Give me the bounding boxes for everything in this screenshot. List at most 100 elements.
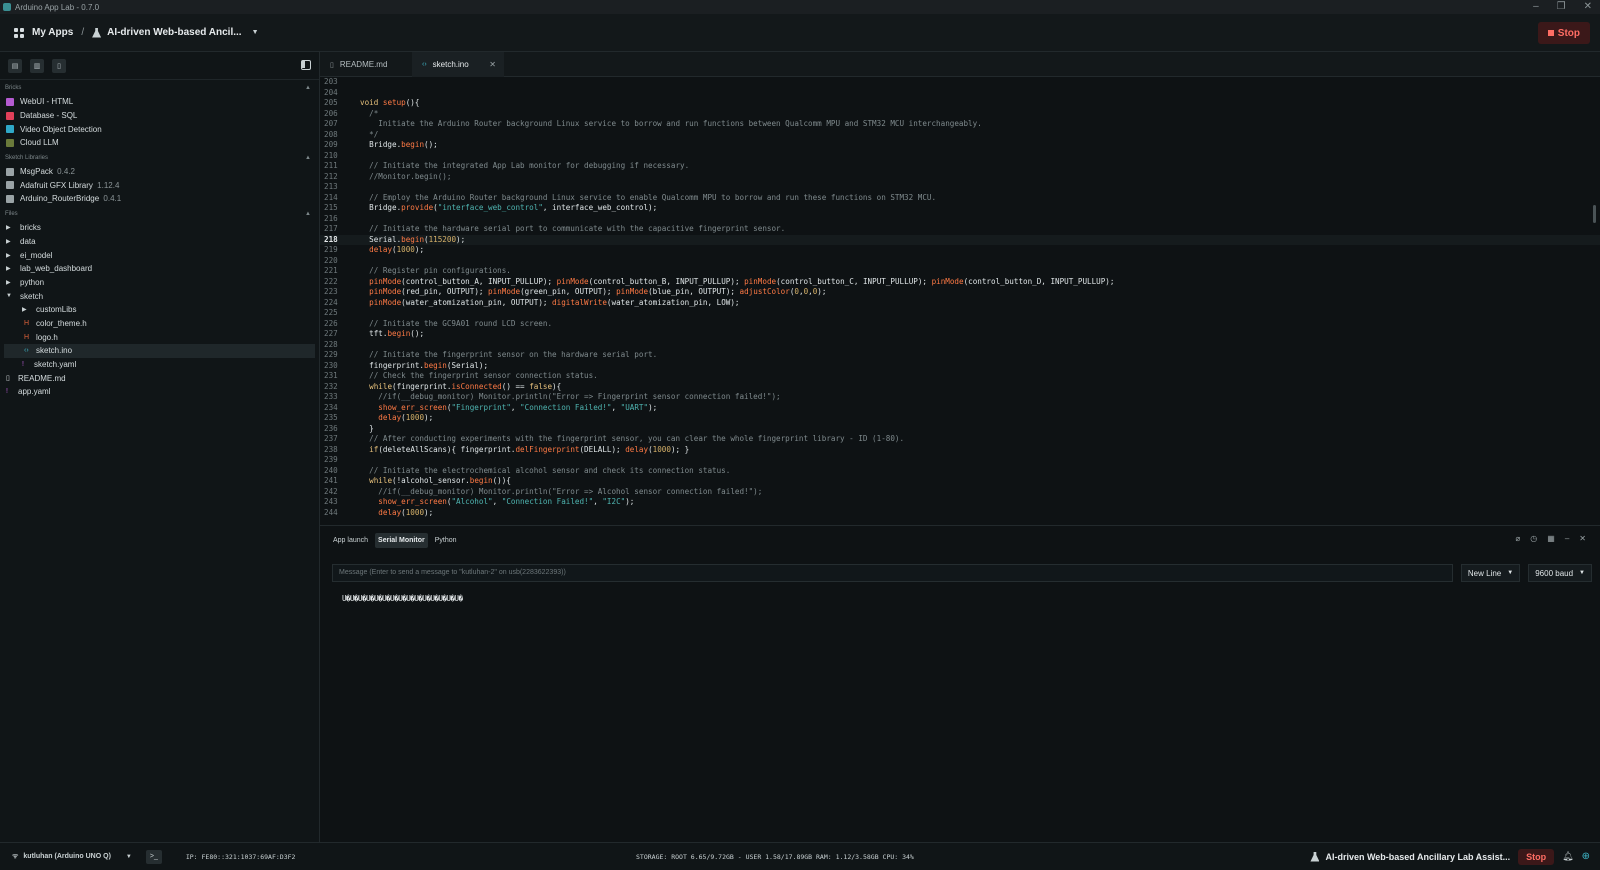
code-line[interactable]: 218 Serial.begin(115200);	[320, 234, 1600, 245]
code-line[interactable]: 238 if(deleteAllScans){ fingerprint.delF…	[320, 445, 1600, 456]
tab-sketch[interactable]: ‹› sketch.ino ✕	[412, 52, 504, 77]
code-line[interactable]: 237 // After conducting experiments with…	[320, 434, 1600, 445]
baud-rate-select[interactable]: 9600 baud ▼	[1528, 564, 1592, 582]
code-line[interactable]: 223 pinMode(red_pin, OUTPUT); pinMode(gr…	[320, 287, 1600, 298]
board-selector[interactable]: ᯤ kutluhan (Arduino UNO Q) ▼	[12, 852, 132, 861]
minimize-panel-icon[interactable]: ‒	[1565, 534, 1569, 543]
chevron-down-icon[interactable]: ▼	[252, 29, 259, 36]
panel-toggle-icon[interactable]	[301, 60, 311, 70]
code-line[interactable]: 241 while(!alcohol_sensor.begin()){	[320, 476, 1600, 487]
terminal-icon[interactable]: >_	[145, 849, 162, 864]
code-line[interactable]: 235 delay(1000);	[320, 413, 1600, 424]
code-line[interactable]: 204	[320, 88, 1600, 99]
folder-item[interactable]: ▶ ei_model	[0, 248, 319, 262]
code-line[interactable]: 231 // Check the fingerprint sensor conn…	[320, 371, 1600, 382]
code-line[interactable]: 229 // Initiate the fingerprint sensor o…	[320, 350, 1600, 361]
code-line[interactable]: 226 // Initiate the GC9A01 round LCD scr…	[320, 319, 1600, 330]
code-line[interactable]: 219 delay(1000);	[320, 245, 1600, 256]
editor-scrollbar[interactable]	[1593, 205, 1596, 223]
collapse-icon[interactable]: ▲	[305, 211, 311, 217]
code-line[interactable]: 207 Initiate the Arduino Router backgrou…	[320, 119, 1600, 130]
code-line[interactable]: 206 /*	[320, 109, 1600, 120]
close-panel-icon[interactable]: ✕	[1579, 534, 1586, 543]
serial-message-input[interactable]: Message (Enter to send a message to "kut…	[332, 564, 1453, 582]
tab-app-launch[interactable]: App launch	[330, 533, 371, 548]
folder-item[interactable]: ▶ bricks	[0, 221, 319, 235]
code-line[interactable]: 243 show_err_screen("Alcohol", "Connecti…	[320, 497, 1600, 508]
new-file-icon[interactable]: ▯	[52, 58, 66, 73]
maximize-icon[interactable]: ❐	[1557, 1, 1566, 12]
app-name[interactable]: AI-driven Web-based Ancil...	[107, 27, 241, 38]
bricks-section-title[interactable]: Bricks ▲	[0, 85, 319, 95]
line-ending-select[interactable]: New Line ▼	[1460, 564, 1521, 582]
file-item[interactable]: Hlogo.h	[0, 330, 319, 344]
folder-item[interactable]: ▶ python	[0, 276, 319, 290]
library-item[interactable]: Arduino_RouterBridge 0.4.1	[0, 192, 319, 206]
code-line[interactable]: 228	[320, 340, 1600, 351]
code-line[interactable]: 234 show_err_screen("Fingerprint", "Conn…	[320, 403, 1600, 414]
code-line[interactable]: 221 // Register pin configurations.	[320, 266, 1600, 277]
folder-item[interactable]: ▶ data	[0, 235, 319, 249]
file-item[interactable]: Hcolor_theme.h	[0, 317, 319, 331]
code-line[interactable]: 208 */	[320, 130, 1600, 141]
code-line[interactable]: 222 pinMode(control_button_A, INPUT_PULL…	[320, 277, 1600, 288]
clock-icon[interactable]: ◷	[1530, 534, 1537, 543]
file-item[interactable]: ▯ README.md	[0, 371, 319, 385]
folder-item[interactable]: ▼ sketch	[0, 289, 319, 303]
brick-item[interactable]: Cloud LLM	[0, 136, 319, 150]
code-line[interactable]: 203	[320, 77, 1600, 88]
globe-icon[interactable]: ⊕	[1582, 851, 1590, 862]
stop-button[interactable]: Stop	[1537, 22, 1590, 44]
code-line[interactable]: 227 tft.begin();	[320, 329, 1600, 340]
my-apps-link[interactable]: My Apps	[32, 27, 73, 38]
code-line[interactable]: 225	[320, 308, 1600, 319]
status-stop-button[interactable]: Stop	[1518, 848, 1555, 865]
file-item[interactable]: ! app.yaml	[0, 385, 319, 399]
minimize-icon[interactable]: –	[1533, 1, 1539, 12]
code-line[interactable]: 230 fingerprint.begin(Serial);	[320, 361, 1600, 372]
add-brick-icon[interactable]: ▤	[8, 58, 22, 73]
tab-serial-monitor[interactable]: Serial Monitor	[375, 532, 428, 548]
brick-item[interactable]: Database - SQL	[0, 109, 319, 123]
code-line[interactable]: 216	[320, 214, 1600, 225]
library-item[interactable]: Adafruit GFX Library 1.12.4	[0, 178, 319, 192]
clear-icon[interactable]: ⌀	[1515, 534, 1520, 543]
code-line[interactable]: 205 void setup(){	[320, 98, 1600, 109]
code-line[interactable]: 211 // Initiate the integrated App Lab m…	[320, 161, 1600, 172]
code-line[interactable]: 242 //if(__debug_monitor) Monitor.printl…	[320, 487, 1600, 498]
close-icon[interactable]: ✕	[1584, 1, 1592, 12]
apps-grid-icon[interactable]	[14, 27, 24, 38]
folder-item[interactable]: ▶ lab_web_dashboard	[0, 262, 319, 276]
code-line[interactable]: 210	[320, 151, 1600, 162]
file-item[interactable]: ! sketch.yaml	[0, 358, 319, 372]
file-item-selected[interactable]: ‹› sketch.ino	[4, 344, 315, 358]
add-library-icon[interactable]: ▥	[30, 58, 44, 73]
tab-python[interactable]: Python	[432, 533, 460, 548]
code-line[interactable]: 217 // Initiate the hardware serial port…	[320, 224, 1600, 235]
code-line[interactable]: 232 while(fingerprint.isConnected() == f…	[320, 382, 1600, 393]
code-line[interactable]: 233 //if(__debug_monitor) Monitor.printl…	[320, 392, 1600, 403]
code-line[interactable]: 239	[320, 455, 1600, 466]
code-line[interactable]: 220	[320, 256, 1600, 267]
library-item[interactable]: MsgPack 0.4.2	[0, 165, 319, 179]
folder-item[interactable]: ▶ customLibs	[0, 303, 319, 317]
brick-item[interactable]: WebUI - HTML	[0, 95, 319, 109]
files-section-title[interactable]: Files ▲	[0, 211, 319, 221]
collapse-icon[interactable]: ▲	[305, 155, 311, 161]
code-editor[interactable]: 203 204 205 void setup(){206 /* 207 Initiate…	[320, 77, 1600, 525]
save-icon[interactable]: ▦	[1547, 534, 1555, 543]
code-line[interactable]: 213	[320, 182, 1600, 193]
code-line[interactable]: 214 // Employ the Arduino Router backgro…	[320, 193, 1600, 204]
brick-item[interactable]: Video Object Detection	[0, 122, 319, 136]
code-line[interactable]: 244 delay(1000);	[320, 508, 1600, 519]
code-line[interactable]: 224 pinMode(water_atomization_pin, OUTPU…	[320, 298, 1600, 309]
bell-icon[interactable]: 🔔︎	[1562, 851, 1573, 862]
code-line[interactable]: 236 }	[320, 424, 1600, 435]
tab-readme[interactable]: ▯ README.md	[320, 52, 412, 77]
libraries-section-title[interactable]: Sketch Libraries ▲	[0, 155, 319, 165]
code-line[interactable]: 212 //Monitor.begin();	[320, 172, 1600, 183]
close-tab-icon[interactable]: ✕	[489, 60, 496, 69]
code-line[interactable]: 209 Bridge.begin();	[320, 140, 1600, 151]
collapse-icon[interactable]: ▲	[305, 85, 311, 91]
code-line[interactable]: 215 Bridge.provide("interface_web_contro…	[320, 203, 1600, 214]
